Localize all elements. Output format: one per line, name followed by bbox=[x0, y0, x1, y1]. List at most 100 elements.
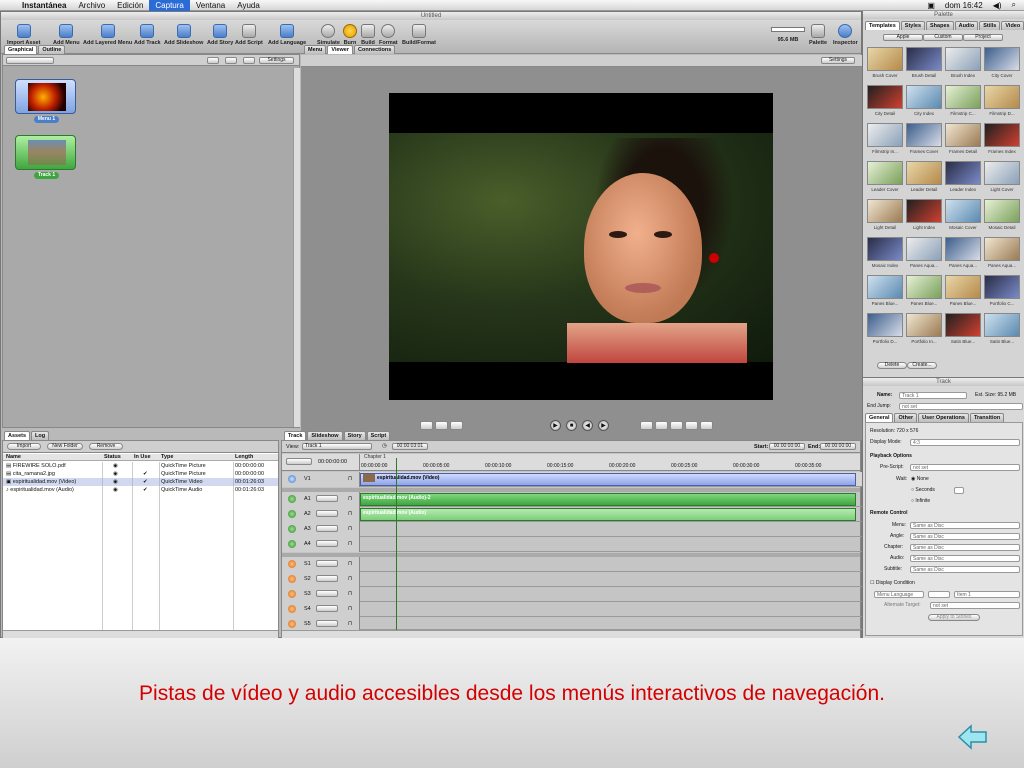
chapter-marker[interactable]: Chapter 1 bbox=[364, 454, 386, 460]
track-row-s1[interactable]: S1 ⊓ bbox=[282, 557, 862, 572]
tab-stills[interactable]: Stills bbox=[979, 21, 1001, 30]
zoom-stepper[interactable] bbox=[286, 458, 312, 465]
viewer-control-6[interactable] bbox=[670, 421, 683, 430]
playhead[interactable] bbox=[396, 458, 397, 630]
lock-icon[interactable]: ⊓ bbox=[348, 511, 352, 517]
template-thumbnail[interactable] bbox=[906, 85, 942, 109]
import-asset-button[interactable]: Import Asset bbox=[7, 22, 40, 46]
template-thumbnail[interactable] bbox=[867, 161, 903, 185]
subtab-custom[interactable]: Custom bbox=[923, 34, 963, 41]
tab-user-operations[interactable]: User Operations bbox=[918, 413, 969, 422]
template-thumbnail[interactable] bbox=[984, 85, 1020, 109]
lock-icon[interactable]: ⊓ bbox=[348, 606, 352, 612]
zoom-controls[interactable] bbox=[6, 57, 54, 64]
lock-icon[interactable]: ⊓ bbox=[348, 621, 352, 627]
track-row-s3[interactable]: S3 ⊓ bbox=[282, 587, 862, 602]
remote-dropdown[interactable]: Same as Disc bbox=[910, 566, 1020, 573]
menu-ventana[interactable]: Ventana bbox=[190, 0, 231, 11]
track-enable-icon[interactable] bbox=[288, 540, 296, 548]
track-row-a2[interactable]: A2 ⊓ espiritualidad.mov (Audio) bbox=[282, 507, 862, 522]
start-field[interactable]: 00:00:00:00 bbox=[769, 443, 805, 450]
track-row-s4[interactable]: S4 ⊓ bbox=[282, 602, 862, 617]
next-icon[interactable]: ▶ bbox=[598, 420, 609, 431]
tab-assets[interactable]: Assets bbox=[4, 431, 31, 440]
add-script-button[interactable]: Add Script bbox=[235, 22, 263, 46]
wait-infinite-radio[interactable]: ○ Infinite bbox=[911, 497, 930, 505]
viewer-control-7[interactable] bbox=[685, 421, 698, 430]
template-thumbnail[interactable] bbox=[945, 47, 981, 71]
alternate-target-dropdown[interactable]: not set bbox=[930, 602, 1020, 609]
table-row[interactable]: ▣ espiritualidad.mov (Video) ◉ ✔ QuickTi… bbox=[3, 478, 278, 486]
template-thumbnail[interactable] bbox=[906, 275, 942, 299]
viewer-control-8[interactable] bbox=[700, 421, 713, 430]
tab-audio[interactable]: Audio bbox=[954, 21, 979, 30]
col-in-use[interactable]: In Use bbox=[134, 454, 151, 461]
viewer-control-5[interactable] bbox=[655, 421, 668, 430]
template-thumbnail[interactable] bbox=[984, 275, 1020, 299]
import-button[interactable]: Import bbox=[7, 443, 41, 450]
track-row-s2[interactable]: S2 ⊓ bbox=[282, 572, 862, 587]
condition-operator-dropdown[interactable] bbox=[928, 591, 950, 598]
tab-log[interactable]: Log bbox=[31, 431, 50, 440]
tab-styles[interactable]: Styles bbox=[900, 21, 926, 30]
menu-archivo[interactable]: Archivo bbox=[72, 0, 111, 11]
window-titlebar[interactable]: Untitled bbox=[1, 12, 861, 20]
back-arrow-icon[interactable] bbox=[958, 724, 988, 750]
tab-templates[interactable]: Templates bbox=[865, 21, 900, 30]
viewer-settings-button[interactable]: Settings bbox=[821, 57, 855, 64]
track-enable-icon[interactable] bbox=[288, 590, 296, 598]
template-thumbnail[interactable] bbox=[984, 123, 1020, 147]
track-dropdown[interactable] bbox=[316, 590, 338, 597]
template-thumbnail[interactable] bbox=[867, 199, 903, 223]
track-dropdown[interactable] bbox=[316, 575, 338, 582]
track-enable-icon[interactable] bbox=[288, 495, 296, 503]
add-menu-button[interactable]: Add Menu bbox=[53, 22, 80, 46]
tab-graphical[interactable]: Graphical bbox=[4, 45, 38, 54]
apply-to-stories-button[interactable]: Apply to Stories bbox=[928, 614, 980, 621]
track-node[interactable] bbox=[15, 135, 76, 170]
format-button[interactable]: Format bbox=[379, 22, 398, 46]
template-thumbnail[interactable] bbox=[945, 199, 981, 223]
track-enable-icon[interactable] bbox=[288, 475, 296, 483]
lock-icon[interactable]: ⊓ bbox=[348, 561, 352, 567]
lock-icon[interactable]: ⊓ bbox=[348, 496, 352, 502]
app-menu[interactable]: Instantánea bbox=[16, 0, 72, 11]
subtab-project[interactable]: Project bbox=[963, 34, 1003, 41]
audio-clip[interactable]: espiritualidad.mov (Audio) bbox=[360, 508, 856, 521]
track-enable-icon[interactable] bbox=[288, 510, 296, 518]
template-thumbnail[interactable] bbox=[867, 313, 903, 337]
template-thumbnail[interactable] bbox=[984, 199, 1020, 223]
template-thumbnail[interactable] bbox=[984, 161, 1020, 185]
palette-button[interactable]: Palette bbox=[809, 22, 827, 46]
track-dropdown[interactable] bbox=[316, 560, 338, 567]
graph-tool-2[interactable] bbox=[225, 57, 237, 64]
lock-icon[interactable]: ⊓ bbox=[348, 576, 352, 582]
track-enable-icon[interactable] bbox=[288, 620, 296, 628]
palette-title[interactable]: Palette bbox=[863, 11, 1024, 19]
viewer-control-3[interactable] bbox=[450, 421, 463, 430]
track-enable-icon[interactable] bbox=[288, 605, 296, 613]
volume-icon[interactable]: ◀) bbox=[993, 1, 1002, 10]
template-thumbnail[interactable] bbox=[945, 275, 981, 299]
inspector-title[interactable]: Track bbox=[863, 378, 1024, 386]
track-dropdown[interactable] bbox=[316, 620, 338, 627]
timeline-scrollbar[interactable] bbox=[282, 630, 860, 638]
video-frame[interactable] bbox=[389, 93, 773, 400]
tab-general[interactable]: General bbox=[865, 413, 894, 422]
table-row[interactable]: ♪ espiritualidad.mov (Audio) ◉ ✔ QuickTi… bbox=[3, 486, 278, 494]
menu-edicion[interactable]: Edición bbox=[111, 0, 149, 11]
wait-seconds-radio[interactable]: ○ Seconds bbox=[911, 486, 935, 494]
table-row[interactable]: ▤ FIREWIRE SOLO.pdf ◉ QuickTime Picture … bbox=[3, 462, 278, 470]
play-icon[interactable]: ▶ bbox=[550, 420, 561, 431]
col-name[interactable]: Name bbox=[6, 454, 21, 461]
wait-none-radio[interactable]: ◉ None bbox=[911, 475, 929, 483]
template-thumbnail[interactable] bbox=[906, 313, 942, 337]
col-status[interactable]: Status bbox=[104, 454, 121, 461]
lock-icon[interactable] bbox=[243, 57, 255, 64]
simulate-button[interactable]: Simulate bbox=[317, 22, 340, 46]
end-field[interactable]: 00:00:00:00 bbox=[820, 443, 856, 450]
template-thumbnail[interactable] bbox=[867, 85, 903, 109]
spotlight-icon[interactable]: ⌕ bbox=[1012, 0, 1016, 10]
subtab-apple[interactable]: Apple bbox=[883, 34, 923, 41]
track-row-v1[interactable]: V1 ⊓ espiritualidad.mov (Video) bbox=[282, 472, 862, 487]
